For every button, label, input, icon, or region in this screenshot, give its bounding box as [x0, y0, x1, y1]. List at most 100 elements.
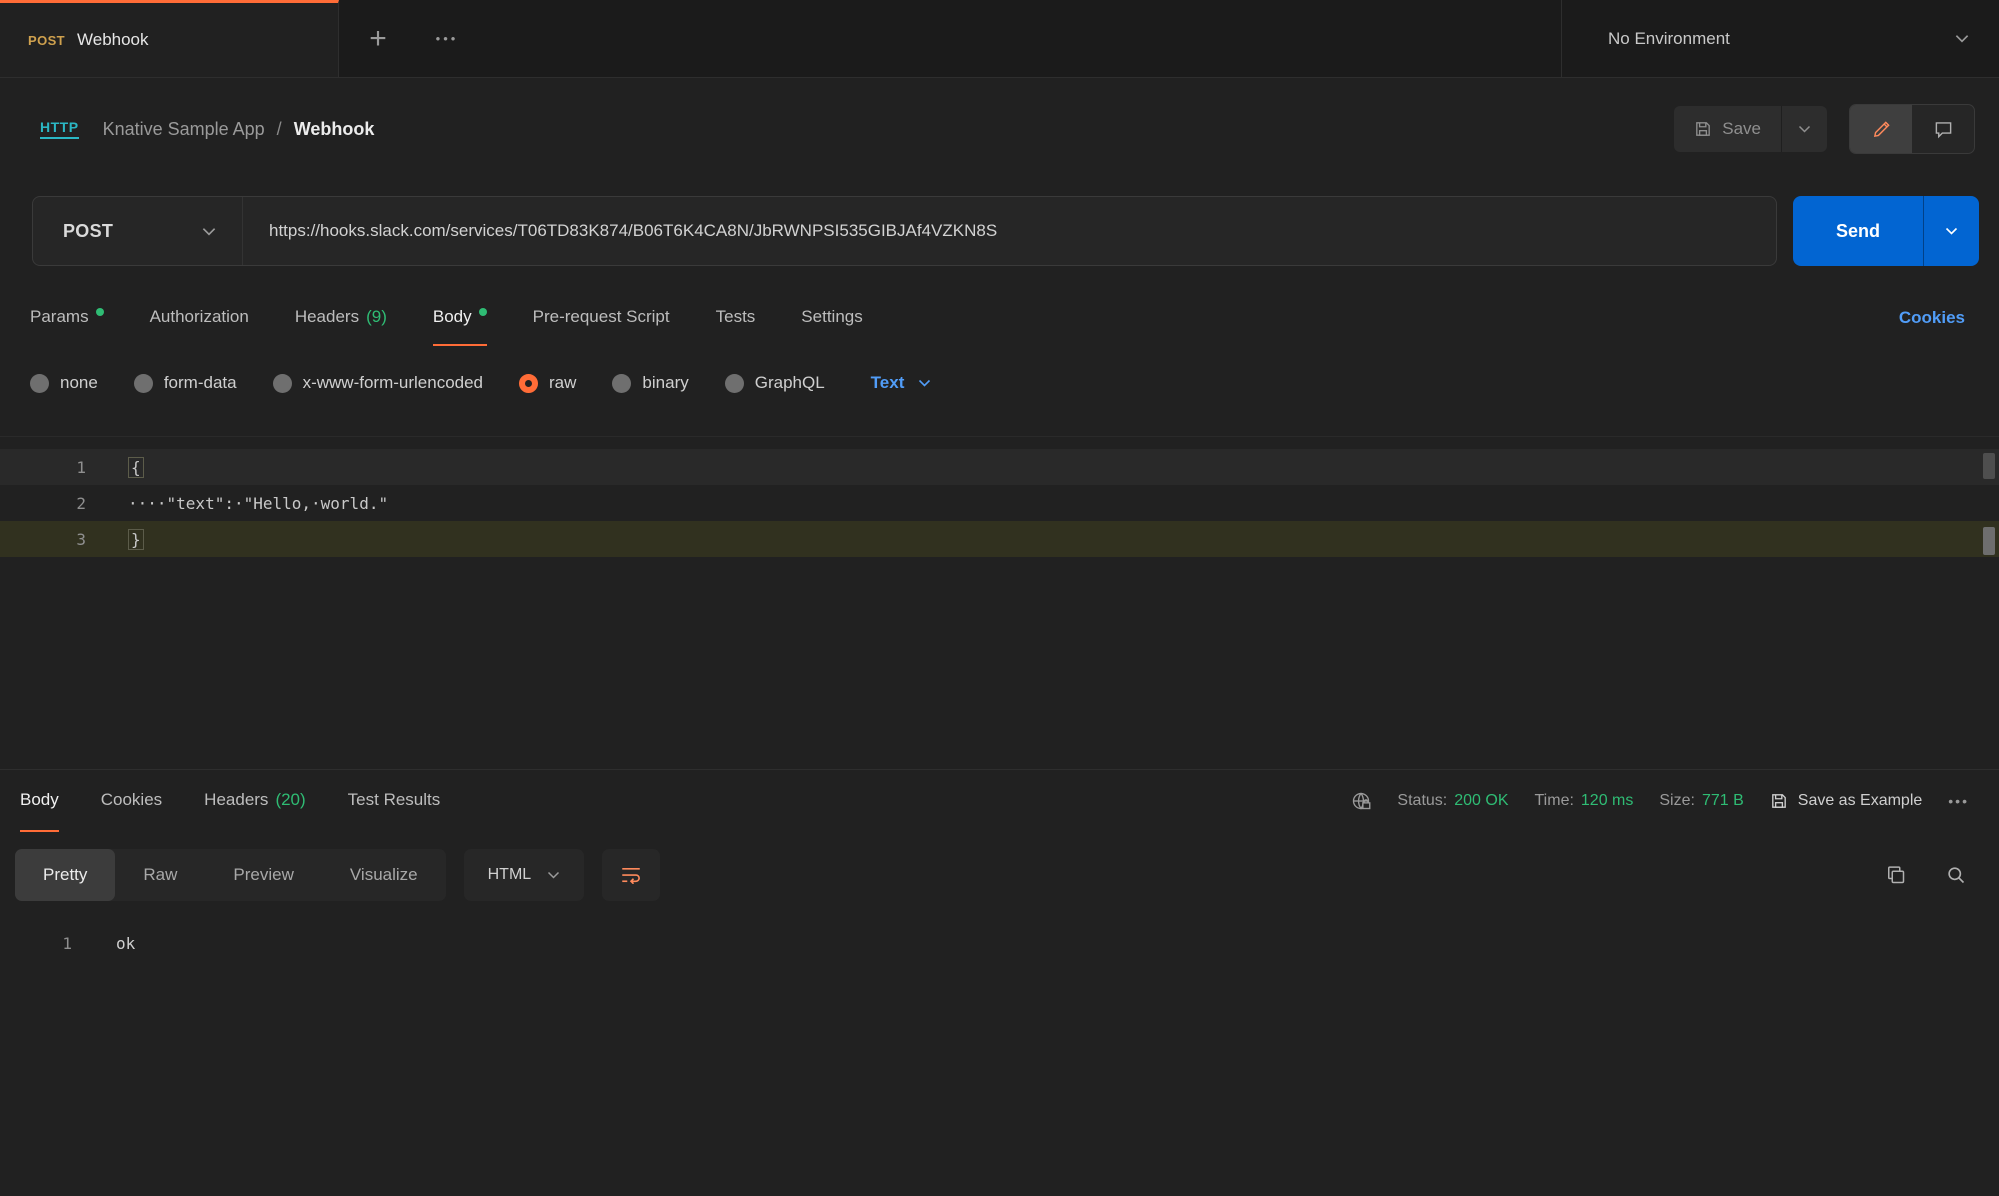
- time-label: Time:: [1535, 792, 1574, 810]
- save-icon: [1694, 120, 1712, 138]
- response-tab-test-results-label: Test Results: [348, 790, 441, 810]
- environment-label: No Environment: [1608, 29, 1730, 49]
- http-protocol-icon: HTTP: [40, 119, 79, 139]
- save-button[interactable]: Save: [1674, 106, 1781, 152]
- save-options-button[interactable]: [1781, 106, 1827, 152]
- save-as-example-button[interactable]: Save as Example: [1770, 792, 1923, 810]
- postman-app: POST Webhook + ••• No Environment HTTP K…: [0, 0, 1999, 960]
- time-value: 120 ms: [1581, 792, 1633, 810]
- mode-form-data[interactable]: form-data: [134, 373, 237, 393]
- copy-button[interactable]: [1886, 865, 1906, 885]
- mode-urlencoded[interactable]: x-www-form-urlencoded: [273, 373, 483, 393]
- open-brace: {: [128, 457, 144, 478]
- radio-icon[interactable]: [134, 374, 153, 393]
- tab-settings[interactable]: Settings: [801, 290, 862, 346]
- response-tab-cookies-label: Cookies: [101, 790, 162, 810]
- tab-tests[interactable]: Tests: [716, 290, 756, 346]
- response-tab-cookies[interactable]: Cookies: [101, 770, 162, 832]
- view-preview-button[interactable]: Preview: [205, 849, 321, 901]
- method-dropdown[interactable]: POST: [33, 197, 243, 265]
- edit-documentation-button[interactable]: [1850, 105, 1912, 153]
- raw-language-dropdown[interactable]: Text: [871, 373, 932, 393]
- request-header: HTTP Knative Sample App / Webhook Save: [0, 96, 1999, 162]
- response-tabs: Body Cookies Headers (20) Test Results: [0, 770, 1999, 832]
- radio-icon[interactable]: [273, 374, 292, 393]
- save-icon: [1770, 792, 1788, 810]
- breadcrumb-request-name[interactable]: Webhook: [294, 119, 375, 140]
- mode-form-data-label: form-data: [164, 373, 237, 393]
- mode-graphql-label: GraphQL: [755, 373, 825, 393]
- request-tab-webhook[interactable]: POST Webhook: [0, 0, 339, 77]
- chevron-down-icon: [202, 227, 216, 236]
- save-button-group: Save: [1674, 106, 1827, 152]
- raw-language-label: Text: [871, 373, 905, 393]
- mode-raw-label: raw: [549, 373, 576, 393]
- size-value: 771 B: [1702, 792, 1744, 810]
- response-options-button[interactable]: •••: [1948, 793, 1969, 809]
- header-actions: Save: [1674, 104, 1975, 154]
- status-label: Status:: [1397, 792, 1447, 810]
- cookies-link[interactable]: Cookies: [1899, 290, 1965, 346]
- request-body-editor[interactable]: 1 { 2 ····"text":·"Hello,·world." 3 }: [0, 436, 1999, 769]
- editor-line-active[interactable]: 3 }: [0, 521, 1999, 557]
- mode-raw[interactable]: raw: [519, 373, 576, 393]
- line-number: 1: [0, 458, 100, 477]
- send-options-button[interactable]: [1923, 196, 1979, 266]
- radio-icon[interactable]: [30, 374, 49, 393]
- radio-icon[interactable]: [725, 374, 744, 393]
- plus-icon: +: [369, 22, 387, 56]
- url-bar: POST https://hooks.slack.com/services/T0…: [0, 196, 1999, 266]
- time-indicator[interactable]: Time: 120 ms: [1535, 792, 1634, 810]
- response-line[interactable]: 1 ok: [0, 926, 1999, 960]
- tab-authorization-label: Authorization: [150, 307, 249, 327]
- radio-selected-icon[interactable]: [519, 374, 538, 393]
- size-indicator[interactable]: Size: 771 B: [1659, 792, 1743, 810]
- tab-params-label: Params: [30, 307, 89, 327]
- mode-none[interactable]: none: [30, 373, 98, 393]
- comments-button[interactable]: [1912, 105, 1974, 153]
- view-pretty-button[interactable]: Pretty: [15, 849, 115, 901]
- tab-strip: POST Webhook + ••• No Environment: [0, 0, 1999, 78]
- network-globe-icon[interactable]: [1351, 791, 1371, 811]
- tab-headers[interactable]: Headers (9): [295, 290, 387, 346]
- tab-prerequest-label: Pre-request Script: [533, 307, 670, 327]
- status-indicator[interactable]: Status: 200 OK: [1397, 792, 1508, 810]
- tab-prerequest-script[interactable]: Pre-request Script: [533, 290, 670, 346]
- mode-graphql[interactable]: GraphQL: [725, 373, 825, 393]
- search-button[interactable]: [1946, 865, 1966, 885]
- response-section: Body Cookies Headers (20) Test Results: [0, 769, 1999, 960]
- tab-options-button[interactable]: •••: [417, 0, 477, 77]
- format-dropdown[interactable]: HTML: [464, 849, 585, 901]
- tab-body[interactable]: Body: [433, 290, 487, 346]
- response-tab-body[interactable]: Body: [20, 770, 59, 832]
- response-tab-headers[interactable]: Headers (20): [204, 770, 306, 832]
- breadcrumb-separator: /: [277, 119, 282, 140]
- chevron-down-icon: [918, 379, 931, 387]
- response-tab-test-results[interactable]: Test Results: [348, 770, 441, 832]
- response-body-viewer[interactable]: 1 ok: [0, 926, 1999, 960]
- ellipsis-icon: •••: [1948, 793, 1969, 809]
- save-as-example-label: Save as Example: [1798, 792, 1923, 810]
- scrollbar-mark[interactable]: [1983, 527, 1995, 555]
- response-code-text: ok: [86, 934, 135, 953]
- scrollbar-mark[interactable]: [1983, 453, 1995, 479]
- wrap-lines-button[interactable]: [602, 849, 660, 901]
- mode-binary[interactable]: binary: [612, 373, 688, 393]
- view-raw-button[interactable]: Raw: [115, 849, 205, 901]
- breadcrumb-collection[interactable]: Knative Sample App: [103, 119, 265, 140]
- mode-urlencoded-label: x-www-form-urlencoded: [303, 373, 483, 393]
- tab-authorization[interactable]: Authorization: [150, 290, 249, 346]
- editor-line[interactable]: 1 {: [0, 449, 1999, 485]
- chevron-down-icon: [1798, 125, 1811, 133]
- environment-selector[interactable]: No Environment: [1561, 0, 1999, 77]
- radio-icon[interactable]: [612, 374, 631, 393]
- green-dot-icon: [479, 308, 487, 316]
- url-input[interactable]: https://hooks.slack.com/services/T06TD83…: [243, 197, 1776, 265]
- new-tab-button[interactable]: +: [339, 0, 417, 77]
- editor-line[interactable]: 2 ····"text":·"Hello,·world.": [0, 485, 1999, 521]
- view-visualize-button[interactable]: Visualize: [322, 849, 446, 901]
- request-tabs: Params Authorization Headers (9) Body Pr…: [0, 290, 1999, 346]
- green-dot-icon: [96, 308, 104, 316]
- send-button[interactable]: Send: [1793, 196, 1923, 266]
- tab-params[interactable]: Params: [30, 290, 104, 346]
